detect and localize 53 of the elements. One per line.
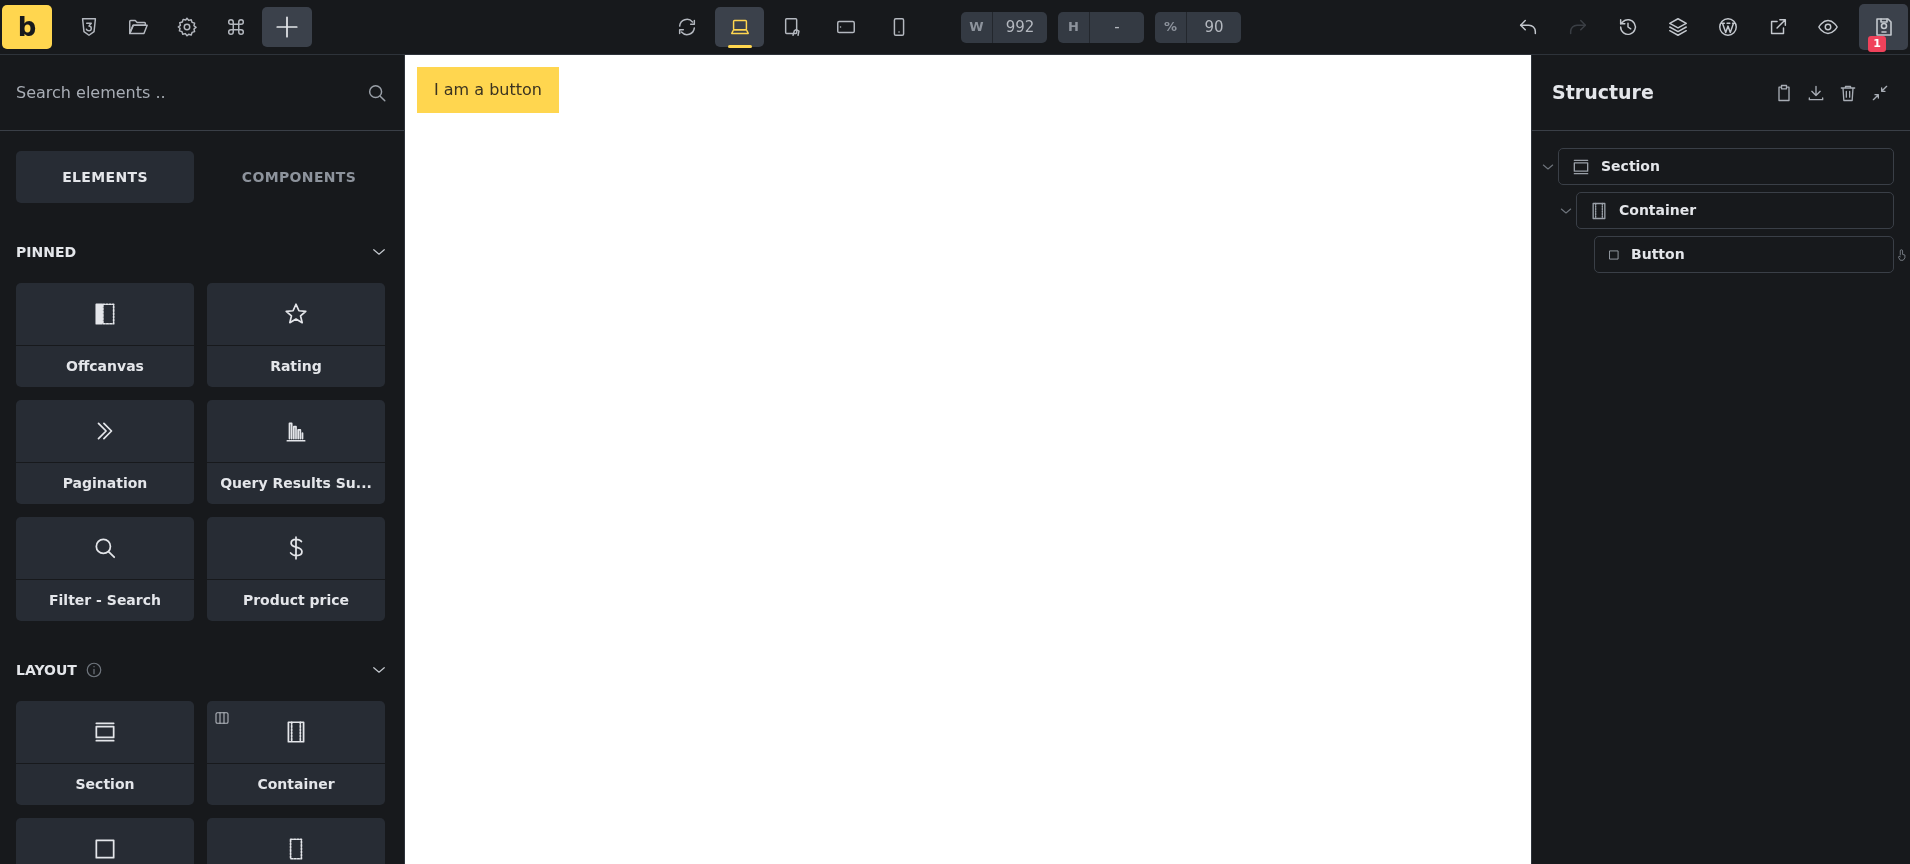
- tree-item[interactable]: Section: [1558, 148, 1894, 185]
- search-field[interactable]: Search elements ..: [16, 80, 366, 105]
- card-label: Offcanvas: [65, 357, 145, 376]
- notification-badge: 1: [1868, 36, 1886, 52]
- device-button[interactable]: [715, 7, 764, 47]
- logo[interactable]: b: [2, 5, 52, 49]
- element-card[interactable]: Container: [207, 701, 385, 805]
- card-label: Filter - Search: [48, 591, 162, 610]
- tree-item[interactable]: Container: [1576, 192, 1894, 229]
- save-button[interactable]: 1: [1859, 4, 1908, 50]
- card-label: Pagination: [61, 474, 149, 493]
- search-icon: [92, 535, 118, 561]
- tree-label: Button: [1631, 245, 1685, 264]
- tab[interactable]: ELEMENTS: [16, 151, 194, 203]
- tree-label: Container: [1619, 201, 1697, 220]
- card-label: Section: [74, 775, 136, 794]
- square-icon: [92, 836, 118, 862]
- section-heading: PINNED: [16, 242, 77, 262]
- info-icon: [84, 661, 103, 679]
- field-value: -: [1113, 16, 1121, 38]
- element-card[interactable]: Filter - Search: [16, 517, 194, 621]
- field-value: 992: [1004, 16, 1036, 38]
- columns-icon: [214, 710, 230, 726]
- offcanvas-icon: [92, 301, 118, 327]
- card-label: Container: [256, 775, 336, 794]
- panel-title: Structure: [1552, 80, 1655, 106]
- tree-label: Section: [1601, 157, 1660, 176]
- element-card[interactable]: Product price: [207, 517, 385, 621]
- element-card[interactable]: Query Results Su...: [207, 400, 385, 504]
- element-card[interactable]: Section: [16, 701, 194, 805]
- add-button[interactable]: [262, 7, 312, 47]
- dimension-field[interactable]: W 992: [961, 11, 1047, 43]
- element-card[interactable]: Rating: [207, 283, 385, 387]
- tree-item[interactable]: Button: [1594, 236, 1894, 273]
- plus-icon: [274, 14, 300, 40]
- card-label: Rating: [269, 357, 323, 376]
- field-value: 90: [1203, 16, 1225, 38]
- field-label: H: [1058, 11, 1090, 43]
- field-label: W: [961, 11, 993, 43]
- canvas-button[interactable]: I am a button: [417, 67, 559, 113]
- card-label: Product price: [241, 591, 351, 610]
- section-heading: LAYOUT: [16, 660, 77, 680]
- hand-icon: [1895, 247, 1909, 262]
- dimension-field[interactable]: H -: [1058, 11, 1144, 43]
- dimension-field[interactable]: % 90: [1155, 11, 1241, 43]
- field-label: %: [1155, 11, 1187, 43]
- element-card[interactable]: Offcanvas: [16, 283, 194, 387]
- settings-icon: [175, 16, 198, 38]
- card-label: Query Results Su...: [219, 474, 373, 493]
- element-card[interactable]: Pagination: [16, 400, 194, 504]
- square-icon: [1607, 247, 1621, 262]
- tab[interactable]: COMPONENTS: [210, 151, 388, 203]
- section-icon: [92, 719, 118, 745]
